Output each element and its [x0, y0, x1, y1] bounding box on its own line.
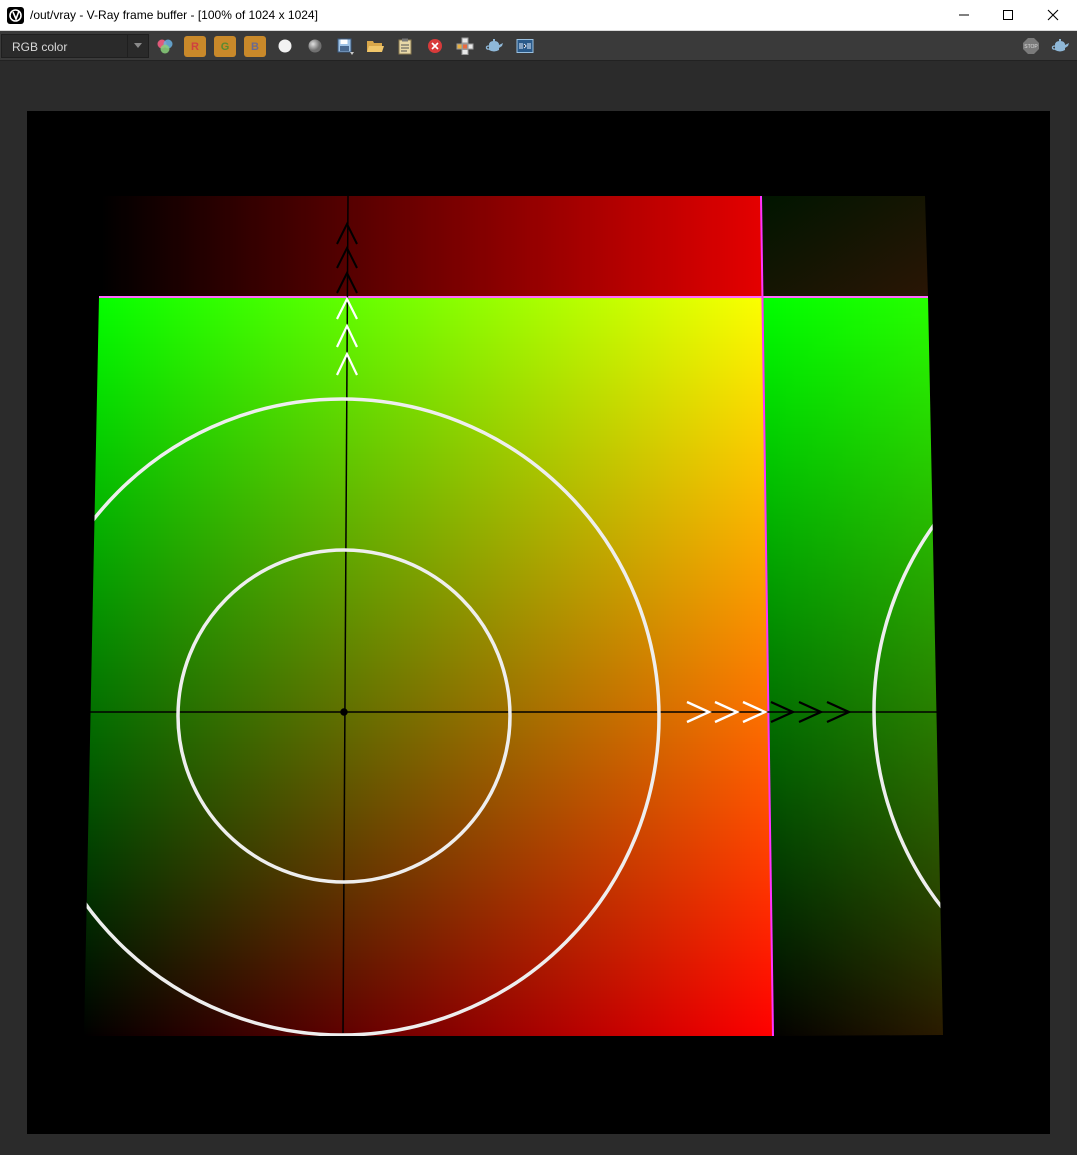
- vray-app-icon: [7, 7, 24, 24]
- gray-sphere-icon: [308, 39, 322, 53]
- clear-x-icon: [428, 39, 442, 53]
- minimize-icon: [959, 14, 969, 16]
- top-right-tile: [761, 196, 928, 297]
- monochrome-button[interactable]: [305, 36, 325, 56]
- blue-channel-button[interactable]: B: [244, 36, 266, 57]
- green-channel-button[interactable]: G: [214, 36, 236, 57]
- copy-to-clipboard-button[interactable]: [395, 36, 415, 56]
- rendered-image[interactable]: [27, 111, 1050, 1134]
- render-last-button[interactable]: [485, 36, 505, 56]
- render-button[interactable]: [1051, 36, 1071, 56]
- teapot-icon: [485, 39, 503, 52]
- render-canvas: [84, 195, 943, 1037]
- red-channel-button[interactable]: R: [184, 36, 206, 57]
- close-icon: [1047, 9, 1059, 21]
- maximize-button[interactable]: [985, 0, 1031, 30]
- teapot-render-icon: [1051, 39, 1069, 52]
- color-corrections-button[interactable]: [155, 36, 175, 56]
- chevron-down-icon: [127, 35, 148, 57]
- clipboard-icon: [398, 38, 412, 55]
- window-title: /out/vray - V-Ray frame buffer - [100% o…: [30, 8, 318, 22]
- track-mouse-button[interactable]: [455, 36, 475, 56]
- channel-select-value: RGB color: [12, 40, 68, 54]
- channel-select[interactable]: RGB color: [1, 34, 149, 58]
- vfb-toolbar: RGB color R G B STOP: [0, 31, 1077, 61]
- clear-image-button[interactable]: [425, 36, 445, 56]
- load-image-button[interactable]: [365, 36, 385, 56]
- minimize-button[interactable]: [941, 0, 987, 30]
- save-icon: [337, 38, 354, 55]
- save-image-button[interactable]: [335, 36, 355, 56]
- stop-render-button[interactable]: STOP: [1021, 36, 1041, 56]
- view-alpha-button[interactable]: [275, 36, 295, 56]
- region-icon: [516, 39, 534, 53]
- rgb-circles-icon: [157, 39, 173, 54]
- title-bar: /out/vray - V-Ray frame buffer - [100% o…: [0, 0, 1077, 31]
- region-render-button[interactable]: [515, 36, 535, 56]
- folder-open-icon: [367, 41, 384, 52]
- stop-label: STOP: [1024, 44, 1038, 50]
- maximize-icon: [1003, 10, 1013, 20]
- stop-icon: STOP: [1023, 38, 1039, 54]
- white-circle-icon: [278, 39, 292, 53]
- close-button[interactable]: [1030, 0, 1076, 30]
- tracking-squares-icon: [456, 37, 474, 55]
- right-tile: [763, 297, 943, 1036]
- top-tile: [99, 196, 763, 297]
